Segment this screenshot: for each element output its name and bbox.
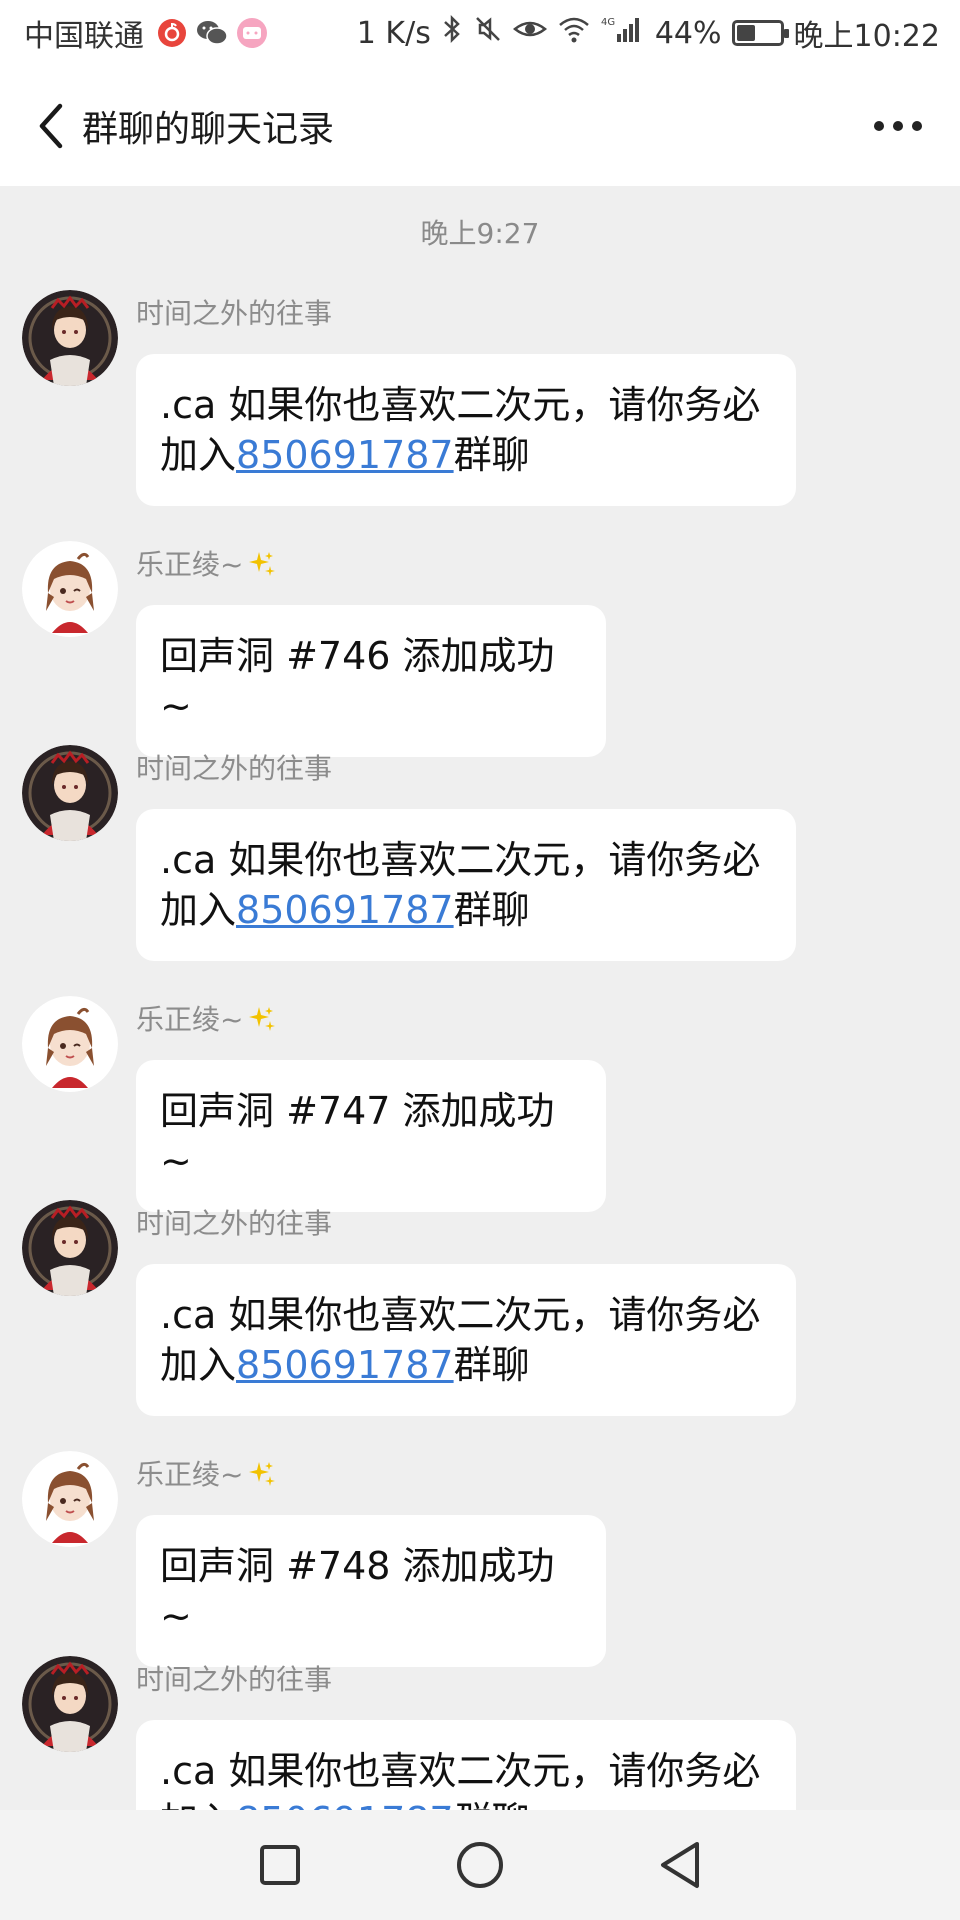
message-text: 回声洞 #747 添加成功~ xyxy=(160,1089,555,1183)
battery-percent: 44% xyxy=(654,15,722,51)
bilibili-icon xyxy=(236,17,268,49)
sender-name-text: 时间之外的往事 xyxy=(136,1663,333,1696)
avatar[interactable] xyxy=(22,996,118,1092)
eye-icon xyxy=(512,14,547,52)
message-bubble[interactable]: .ca 如果你也喜欢二次元，请你务必加入850691787群聊 xyxy=(136,1720,796,1810)
chevron-left-icon xyxy=(39,103,63,149)
message-bubble[interactable]: .ca 如果你也喜欢二次元，请你务必加入850691787群聊 xyxy=(136,354,796,506)
square-recents-icon xyxy=(260,1845,300,1885)
sender-name-text: 乐正绫~ xyxy=(136,548,244,581)
home-button[interactable] xyxy=(450,1835,510,1895)
message-text: 群聊 xyxy=(453,433,530,477)
sender-name: 乐正绫~ xyxy=(136,998,277,1038)
avatar[interactable] xyxy=(22,1451,118,1547)
more-dot xyxy=(893,121,903,131)
back-button[interactable] xyxy=(28,96,74,156)
message-text: 群聊 xyxy=(453,1343,530,1387)
triangle-back-icon xyxy=(661,1842,699,1888)
wifi-icon xyxy=(557,14,591,52)
more-button[interactable] xyxy=(864,111,932,141)
message-bubble[interactable]: .ca 如果你也喜欢二次元，请你务必加入850691787群聊 xyxy=(136,1264,796,1416)
wechat-icon xyxy=(196,17,228,49)
netease-music-icon xyxy=(156,17,188,49)
circle-home-icon xyxy=(457,1842,503,1888)
recents-button[interactable] xyxy=(250,1835,310,1895)
message-text: 群聊 xyxy=(454,1799,530,1810)
status-bar-right: 1 K/s 4G 44% 晚上10:22 xyxy=(357,11,940,55)
chat-history[interactable]: 晚上9:27 时间之外的往事 .ca 如果你也喜欢二次元，请你务必加入850691… xyxy=(0,186,960,1810)
avatar[interactable] xyxy=(22,541,118,637)
message-bubble[interactable]: 回声洞 #748 添加成功~ xyxy=(136,1515,606,1667)
group-number-link[interactable]: 850691787 xyxy=(236,888,454,932)
chat-timestamp: 晚上9:27 xyxy=(420,217,540,250)
sender-name-text: 乐正绫~ xyxy=(136,1458,244,1491)
mute-icon xyxy=(473,14,503,52)
group-number-link[interactable]: 850691787 xyxy=(236,1343,454,1387)
system-nav-bar xyxy=(0,1810,960,1920)
svg-text:4G: 4G xyxy=(601,17,615,28)
avatar[interactable] xyxy=(22,290,118,386)
more-dot xyxy=(874,121,884,131)
header-bar: 群聊的聊天记录 xyxy=(0,66,960,186)
battery-fill xyxy=(736,25,755,41)
group-number-link[interactable]: 850691787 xyxy=(236,433,454,477)
message-text: 群聊 xyxy=(453,888,530,932)
sparkles-icon xyxy=(243,548,277,581)
signal-4g-icon: 4G xyxy=(601,14,645,52)
sender-name-text: 时间之外的往事 xyxy=(136,1207,333,1240)
group-number-link[interactable]: 850691787 xyxy=(236,1799,454,1810)
message-bubble[interactable]: 回声洞 #747 添加成功~ xyxy=(136,1060,606,1212)
avatar[interactable] xyxy=(22,745,118,841)
sender-name: 时间之外的往事 xyxy=(136,1658,332,1698)
carrier-label: 中国联通 xyxy=(24,19,144,54)
sender-name: 乐正绫~ xyxy=(136,1453,277,1493)
sender-name: 时间之外的往事 xyxy=(136,292,332,332)
sender-name: 乐正绫~ xyxy=(136,543,277,583)
page-title: 群聊的聊天记录 xyxy=(82,109,335,150)
message-text: 回声洞 #746 添加成功~ xyxy=(160,634,555,728)
bluetooth-icon xyxy=(441,14,463,52)
avatar[interactable] xyxy=(22,1200,118,1296)
avatar[interactable] xyxy=(22,1656,118,1752)
sparkles-icon xyxy=(243,1003,277,1036)
sender-name-text: 时间之外的往事 xyxy=(136,752,333,785)
network-speed: 1 K/s xyxy=(356,15,431,51)
status-bar-left: 中国联通 xyxy=(24,11,268,55)
message-bubble[interactable]: .ca 如果你也喜欢二次元，请你务必加入850691787群聊 xyxy=(136,809,796,961)
sender-name-text: 时间之外的往事 xyxy=(136,297,333,330)
more-dot xyxy=(912,121,922,131)
sender-name: 时间之外的往事 xyxy=(136,1202,332,1242)
message-bubble[interactable]: 回声洞 #746 添加成功~ xyxy=(136,605,606,757)
sparkles-icon xyxy=(243,1458,277,1491)
status-bar: 中国联通 1 K/s 4G 44% 晚上10:22 xyxy=(0,0,960,66)
nav-back-button[interactable] xyxy=(650,1835,710,1895)
sender-name: 时间之外的往事 xyxy=(136,747,332,787)
clock: 晚上10:22 xyxy=(793,19,940,54)
sender-name-text: 乐正绫~ xyxy=(136,1003,244,1036)
battery-icon xyxy=(731,20,789,46)
message-text: 回声洞 #748 添加成功~ xyxy=(160,1544,555,1638)
